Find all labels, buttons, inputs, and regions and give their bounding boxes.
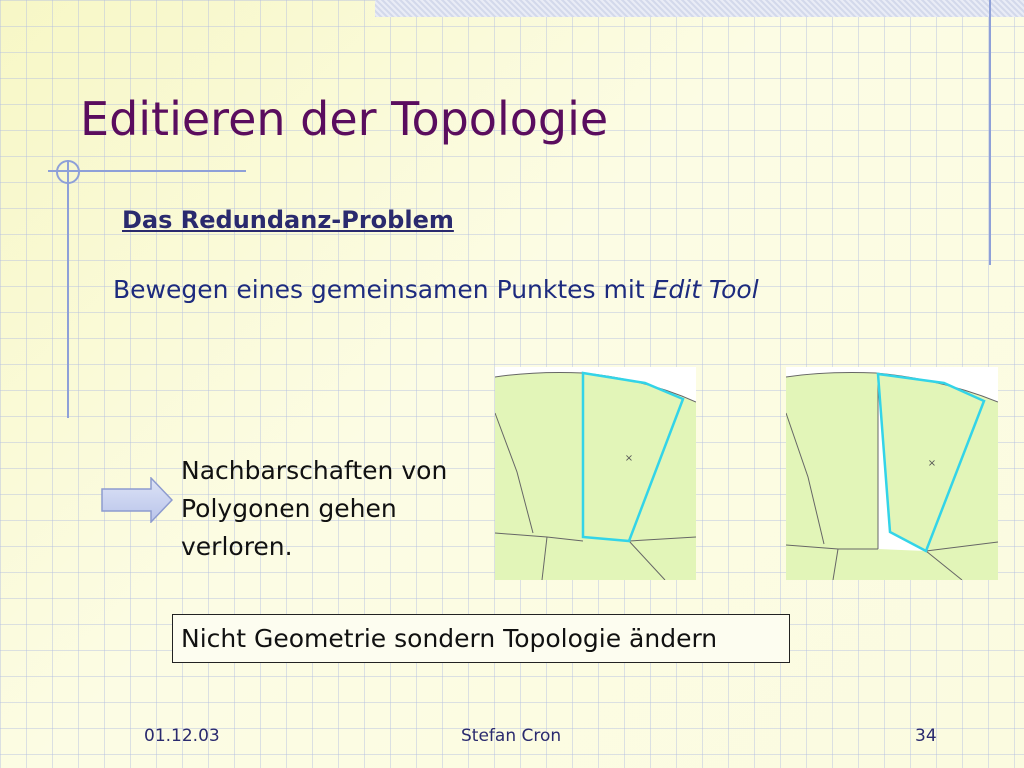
decor-circle [56,160,80,184]
slide-subtitle: Das Redundanz-Problem [122,206,454,234]
footer-author: Stefan Cron [461,726,562,746]
svg-text:×: × [625,453,633,464]
intro-line-tool-name: Edit Tool [652,275,759,304]
top-decor-band [375,0,1024,17]
right-arrow-icon [101,477,173,523]
intro-line-text: Bewegen eines gemeinsamen Punktes mit [113,275,653,304]
polygon-figure-after: × [786,367,998,580]
body-line-3: verloren. [181,532,293,561]
boxed-statement: Nicht Geometrie sondern Topologie ändern [172,614,790,663]
slide-title: Editieren der Topologie [80,92,609,146]
decor-line-vertical-right [989,0,991,265]
decor-line-vertical-left [67,160,69,418]
intro-line: Bewegen eines gemeinsamen Punktes mit Ed… [113,275,759,304]
polygon-figure-before: × [495,367,696,580]
footer-page-number: 34 [915,726,937,746]
body-line-2: Polygonen gehen [181,494,397,523]
body-text: Nachbarschaften von Polygonen gehen verl… [181,452,481,566]
footer-date: 01.12.03 [144,726,220,746]
svg-text:×: × [928,458,936,469]
body-line-1: Nachbarschaften von [181,456,448,485]
